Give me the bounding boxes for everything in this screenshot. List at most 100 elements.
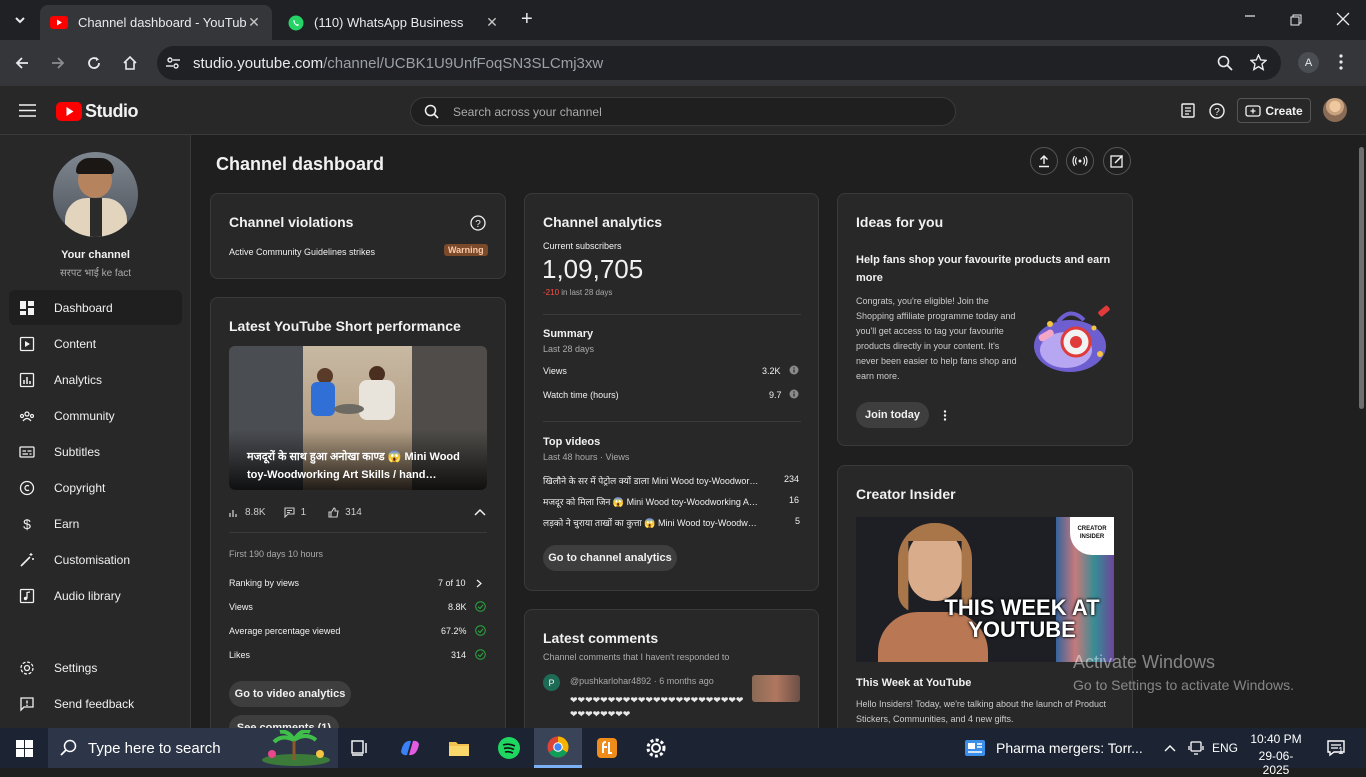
tab-title: (110) WhatsApp Business [314,15,464,30]
short-title: मजदूरों के साथ हुआ अनोखा काण्ड 😱 Mini Wo… [247,451,460,481]
top-video-title[interactable]: लड़को ने चुराया ताखों का कुत्ता 😱 Mini W… [543,516,763,529]
sidebar-item-copyright[interactable]: Copyright [9,470,182,505]
home-icon[interactable] [118,51,142,75]
upload-button[interactable] [1030,147,1058,175]
scrollbar-thumb[interactable] [1359,147,1364,409]
page-scrollbar[interactable] [1358,135,1366,728]
views-value: 8.8K [448,602,467,612]
comment-author[interactable]: @pushkarlohar4892 [570,676,651,686]
short-thumbnail[interactable]: मजदूरों के साथ हुआ अनोखा काण्ड 😱 Mini Wo… [229,346,487,490]
copyright-icon [19,480,35,496]
warning-badge: Warning [444,244,488,256]
shopping-illustration-icon [1028,302,1114,378]
hamburger-menu-icon[interactable] [19,104,36,117]
language-indicator[interactable]: ENG [1210,728,1240,768]
fl-studio-icon[interactable] [594,728,620,768]
captions-feed-icon[interactable] [1181,103,1195,118]
summary-views-value: 3.2K [762,366,781,376]
help-icon[interactable]: ? [1209,103,1225,119]
close-window-icon[interactable] [1336,12,1350,26]
settings-gear-icon[interactable] [643,728,669,768]
more-options-icon[interactable] [943,410,947,421]
copilot-icon[interactable] [396,728,424,768]
sidebar-item-send-feedback[interactable]: Send feedback [9,686,182,721]
bookmark-star-icon[interactable] [1250,54,1267,71]
commenter-avatar[interactable]: P [543,674,560,691]
join-today-button[interactable]: Join today [856,402,929,428]
ideas-body: Congrats, you're eligible! Join the Shop… [856,296,1017,381]
sidebar-item-audio-library[interactable]: Audio library [9,578,182,613]
views-label: Views [229,602,253,612]
tab-whatsapp[interactable]: (110) WhatsApp Business ✕ [278,5,510,40]
channel-search-input[interactable]: Search across your channel [410,97,956,126]
minimize-icon[interactable] [1244,10,1260,22]
taskbar-search-box[interactable]: Type here to search [48,728,338,768]
ci-video-title[interactable]: This Week at YouTube [856,677,971,689]
collapse-chevron-icon[interactable] [474,508,486,516]
account-avatar[interactable] [1323,98,1347,122]
chevron-right-icon[interactable] [476,579,482,588]
sidebar-item-settings[interactable]: Settings [9,650,182,685]
channel-avatar[interactable] [53,152,138,237]
browser-menu-icon[interactable] [1339,54,1343,70]
studio-logo[interactable]: Studio [56,101,139,122]
comment-meta: @pushkarlohar4892 · 6 months ago [570,676,714,686]
creator-insider-badge: CREATOR INSIDER [1070,517,1114,555]
notification-center-button[interactable]: 1 [1318,728,1354,768]
address-bar[interactable]: studio.youtube.com/channel/UCBK1U9UnfFoq… [157,46,1281,80]
close-icon[interactable]: ✕ [484,14,500,31]
sidebar-item-community[interactable]: Community [9,398,182,433]
forward-icon[interactable] [46,51,70,75]
top-video-views: 234 [784,474,800,484]
profile-avatar[interactable]: A [1298,52,1319,73]
task-view-icon[interactable] [348,728,372,768]
sidebar-item-content[interactable]: Content [9,326,182,361]
close-icon[interactable]: ✕ [246,14,262,31]
top-video-title[interactable]: खिलौने के सर में पेट्रोल क्यों डाला Mini… [543,474,763,487]
sidebar-item-dashboard[interactable]: Dashboard [9,290,182,325]
summary-views-label: Views [543,366,567,376]
channel-analytics-card: Channel analytics Current subscribers 1,… [524,193,819,591]
svg-text:?: ? [475,219,481,230]
windows-start-button[interactable] [0,728,48,768]
restore-icon[interactable] [1290,14,1302,26]
spotify-icon[interactable] [496,728,522,768]
top-video-title[interactable]: मजदूर को मिला जिन 😱 Mini Wood toy-Woodwo… [543,495,763,508]
create-button[interactable]: Create [1237,98,1311,123]
go-to-channel-analytics-button[interactable]: Go to channel analytics [543,545,677,571]
tray-chevron-up-icon[interactable] [1160,728,1180,768]
sidebar-item-customisation[interactable]: Customisation [9,542,182,577]
reload-icon[interactable] [82,51,106,75]
tab-youtube-studio[interactable]: Channel dashboard - YouTube Studio ✕ [40,5,272,40]
chrome-taskbar-icon[interactable] [534,728,582,768]
your-channel-label: Your channel [61,249,130,261]
new-tab-button[interactable]: + [521,8,533,31]
clock-date[interactable]: 29-06-2025 [1246,749,1306,777]
sidebar-item-earn[interactable]: $ Earn [9,506,182,541]
see-comments-button[interactable]: See comments (1) [229,715,339,728]
avg-viewed-label: Average percentage viewed [229,626,341,636]
sidebar-item-subtitles[interactable]: Subtitles [9,434,182,469]
clock-time[interactable]: 10:40 PM [1246,732,1306,746]
help-icon[interactable]: ? [470,215,486,231]
check-circle-icon [475,625,486,636]
info-icon[interactable] [789,365,799,375]
go-to-video-analytics-button[interactable]: Go to video analytics [229,681,351,707]
back-icon[interactable] [10,51,34,75]
comment-video-thumbnail[interactable] [752,675,800,702]
sidebar-item-analytics[interactable]: Analytics [9,362,182,397]
news-widget[interactable]: Pharma mergers: Torr... [964,728,1144,768]
go-live-button[interactable] [1066,147,1094,175]
check-circle-icon [475,649,486,660]
zoom-icon[interactable] [1217,55,1233,71]
create-post-button[interactable] [1103,147,1131,175]
analytics-icon [19,372,35,388]
file-explorer-icon[interactable] [446,728,472,768]
tab-search-button[interactable] [8,8,32,32]
info-icon[interactable] [789,389,799,399]
device-icon[interactable] [1186,728,1206,768]
site-settings-icon[interactable] [165,55,181,71]
creator-insider-thumbnail[interactable]: THIS WEEK AT YOUTUBE CREATOR INSIDER [856,517,1114,662]
search-highlight-illustration-icon [258,730,334,766]
comment-time: 6 months ago [659,676,714,686]
